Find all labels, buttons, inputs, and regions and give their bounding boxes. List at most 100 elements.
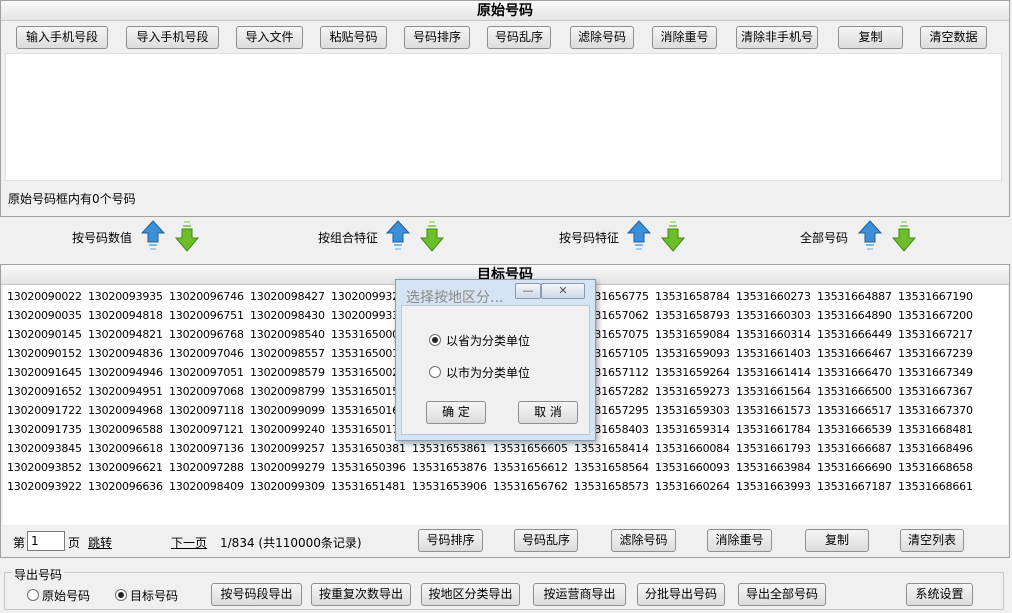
page-prefix: 第 [13, 536, 26, 550]
target-number-cell: 13531667367 [898, 385, 973, 398]
export-title: 导出号码 [12, 566, 65, 583]
import-phone-segment-button[interactable]: 导入手机号段 [126, 26, 219, 49]
target-number-cell: 13020096768 [169, 328, 244, 341]
target-number-cell: 13531666500 [817, 385, 892, 398]
batch-export-button[interactable]: 分批导出号码 [637, 583, 725, 606]
target-number-cell: 13531658793 [655, 309, 730, 322]
clear-list-button[interactable]: 清空列表 [900, 529, 964, 552]
minimize-icon[interactable]: — [515, 283, 541, 299]
target-copy-button[interactable]: 复制 [805, 529, 869, 552]
all-numbers-down-arrow-icon[interactable] [892, 220, 916, 252]
target-number-cell: 13020098579 [250, 366, 325, 379]
target-number-cell: 13531666517 [817, 404, 892, 417]
by-number-feature-up-arrow-icon[interactable] [627, 220, 651, 252]
all-numbers-up-arrow-icon[interactable] [858, 220, 882, 252]
paste-numbers-button[interactable]: 粘贴号码 [320, 26, 387, 49]
export-all-button[interactable]: 导出全部号码 [738, 583, 826, 606]
radio-original[interactable] [27, 589, 39, 601]
target-number-cell: 13531651481 [331, 480, 406, 493]
target-number-cell: 13531658564 [574, 461, 649, 474]
radio-original-label: 原始号码 [42, 589, 91, 603]
cancel-button[interactable]: 取 消 [518, 401, 578, 424]
filter-numbers-button[interactable]: 滤除号码 [570, 26, 634, 49]
radio-target[interactable] [115, 589, 127, 601]
by-combination-down-arrow-icon[interactable] [420, 220, 444, 252]
remove-duplicates-button[interactable]: 消除重号 [652, 26, 717, 49]
system-settings-button[interactable]: 系统设置 [906, 583, 973, 606]
target-number-cell: 13531667370 [898, 404, 973, 417]
clear-data-button[interactable]: 清空数据 [920, 26, 987, 49]
target-number-cell: 13531656762 [493, 480, 568, 493]
target-number-cell: 13531660303 [736, 309, 811, 322]
target-number-cell: 13531663993 [736, 480, 811, 493]
by-number-feature-down-arrow-icon[interactable] [661, 220, 685, 252]
target-number-cell: 13020097288 [169, 461, 244, 474]
page-suffix: 页 [68, 536, 81, 550]
target-number-cell: 13531666467 [817, 347, 892, 360]
target-number-cell: 13020097121 [169, 423, 244, 436]
radio-target-label: 目标号码 [130, 589, 179, 603]
target-number-cell: 13531664887 [817, 290, 892, 303]
target-number-cell: 13531660264 [655, 480, 730, 493]
copy-button[interactable]: 复制 [838, 26, 903, 49]
target-number-cell: 13531666470 [817, 366, 892, 379]
by-number-feature-label: 按号码特征 [559, 231, 620, 245]
next-page-link[interactable]: 下一页 [171, 534, 207, 551]
target-number-cell: 13020096751 [169, 309, 244, 322]
target-number-cell: 13020091652 [7, 385, 82, 398]
target-number-cell: 13020098430 [250, 309, 325, 322]
by-number-value-down-arrow-icon[interactable] [175, 220, 199, 252]
target-filter-button[interactable]: 滤除号码 [611, 529, 676, 552]
shuffle-numbers-button[interactable]: 号码乱序 [487, 26, 551, 49]
ok-button[interactable]: 确 定 [426, 401, 486, 424]
radio-city[interactable] [429, 366, 441, 378]
target-number-cell: 13531659093 [655, 347, 730, 360]
target-number-cell: 13531664890 [817, 309, 892, 322]
radio-province[interactable] [429, 334, 441, 346]
target-number-cell: 13020097051 [169, 366, 244, 379]
target-number-cell: 13020096621 [88, 461, 163, 474]
original-numbers-textarea[interactable] [5, 53, 1002, 181]
target-sort-button[interactable]: 号码排序 [418, 529, 483, 552]
sort-numbers-button[interactable]: 号码排序 [404, 26, 470, 49]
target-number-cell: 13020099309 [250, 480, 325, 493]
close-icon[interactable]: ✕ [541, 283, 585, 299]
target-number-cell: 13020093922 [7, 480, 82, 493]
target-number-cell: 13020090152 [7, 347, 82, 360]
target-number-cell: 13531650381 [331, 442, 406, 455]
target-number-cell: 13020091722 [7, 404, 82, 417]
target-number-cell: 13531661564 [736, 385, 811, 398]
target-remove-duplicates-button[interactable]: 消除重号 [707, 529, 772, 552]
dialog-title: 选择按地区分... [406, 290, 504, 306]
clear-non-mobile-button[interactable]: 清除非手机号 [736, 26, 818, 49]
target-number-cell: 13531661403 [736, 347, 811, 360]
target-number-cell: 13020098540 [250, 328, 325, 341]
target-number-cell: 13531668496 [898, 442, 973, 455]
target-number-cell: 13531668658 [898, 461, 973, 474]
target-number-cell: 13020099240 [250, 423, 325, 436]
target-number-cell: 13531653876 [412, 461, 487, 474]
target-number-cell: 13531666690 [817, 461, 892, 474]
export-by-operator-button[interactable]: 按运营商导出 [533, 583, 626, 606]
import-file-button[interactable]: 导入文件 [236, 26, 303, 49]
by-number-value-up-arrow-icon[interactable] [141, 220, 165, 252]
target-number-cell: 13531658414 [574, 442, 649, 455]
export-by-region-button[interactable]: 按地区分类导出 [421, 583, 520, 606]
radio-city-label: 以市为分类单位 [446, 366, 531, 380]
target-number-cell: 13531656612 [493, 461, 568, 474]
target-number-cell: 13531667217 [898, 328, 973, 341]
target-number-cell: 13020093852 [7, 461, 82, 474]
page-number-input[interactable]: 1 [27, 531, 65, 551]
target-number-cell: 13531661573 [736, 404, 811, 417]
target-shuffle-button[interactable]: 号码乱序 [514, 529, 578, 552]
export-by-segment-button[interactable]: 按号码段导出 [211, 583, 302, 606]
target-number-cell: 13531660314 [736, 328, 811, 341]
target-number-cell: 13531667200 [898, 309, 973, 322]
target-number-cell: 13531659273 [655, 385, 730, 398]
by-combination-up-arrow-icon[interactable] [386, 220, 410, 252]
export-by-repeat-button[interactable]: 按重复次数导出 [311, 583, 411, 606]
input-phone-segment-button[interactable]: 输入手机号段 [16, 26, 108, 49]
jump-link[interactable]: 跳转 [88, 534, 112, 551]
target-number-cell: 13531667187 [817, 480, 892, 493]
target-number-cell: 13531663984 [736, 461, 811, 474]
